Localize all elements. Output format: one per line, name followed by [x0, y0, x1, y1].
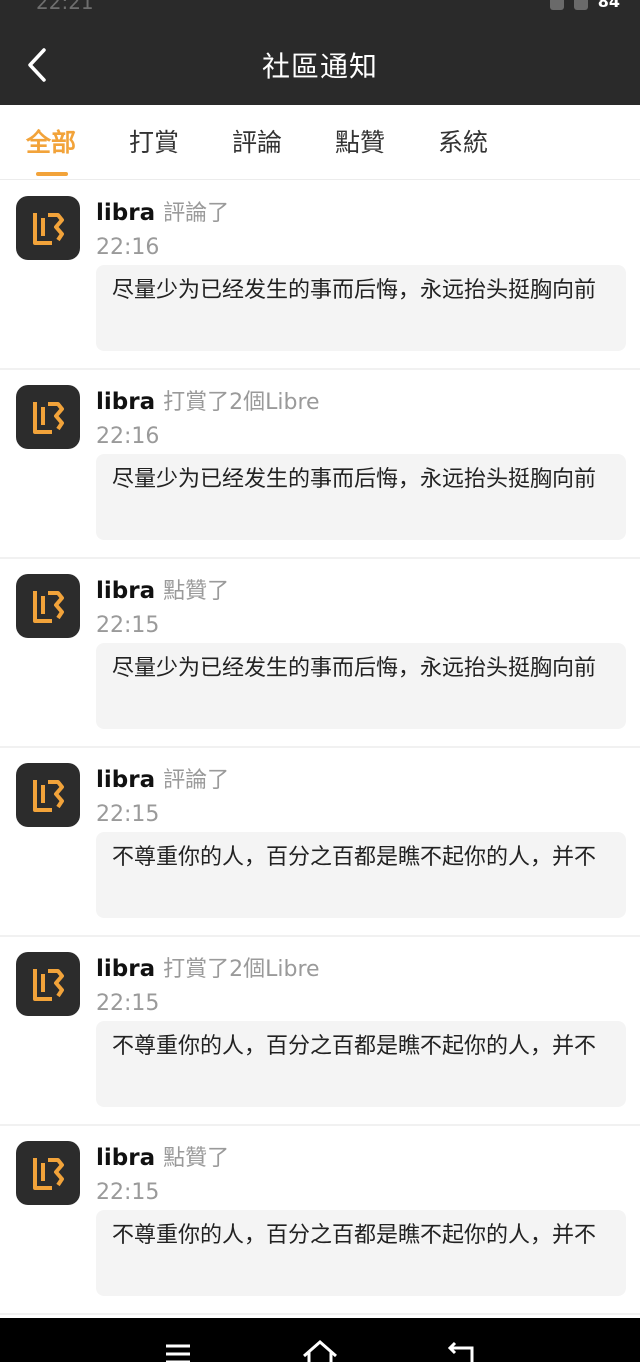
post-preview[interactable]: 不尊重你的人，百分之百都是瞧不起你的人，并不	[96, 832, 626, 918]
notification-list: libra 評論了 22:16 尽量少为已经发生的事而后悔，永远抬头挺胸向前 l…	[0, 181, 640, 1315]
timestamp: 22:16	[96, 235, 160, 260]
post-preview[interactable]: 尽量少为已经发生的事而后悔，永远抬头挺胸向前	[96, 643, 626, 729]
username[interactable]: libra	[96, 767, 155, 793]
timestamp: 22:15	[96, 991, 160, 1016]
status-bar: 22:21 84	[0, 0, 640, 12]
post-preview[interactable]: 不尊重你的人，百分之百都是瞧不起你的人，并不	[96, 1021, 626, 1107]
username[interactable]: libra	[96, 578, 155, 604]
action-text: 點贊了	[163, 579, 230, 604]
tab-all[interactable]: 全部	[26, 123, 76, 159]
post-preview[interactable]: 尽量少为已经发生的事而后悔，永远抬头挺胸向前	[96, 454, 626, 540]
avatar[interactable]	[16, 763, 80, 827]
back-nav-icon	[447, 1341, 474, 1362]
notification-item[interactable]: libra 評論了 22:15 不尊重你的人，百分之百都是瞧不起你的人，并不	[0, 748, 640, 937]
avatar[interactable]	[16, 1141, 80, 1205]
avatar[interactable]	[16, 385, 80, 449]
action-text: 評論了	[163, 201, 230, 226]
notification-item[interactable]: libra 評論了 22:16 尽量少为已经发生的事而后悔，永远抬头挺胸向前	[0, 181, 640, 370]
home-icon	[303, 1340, 337, 1362]
timestamp: 22:15	[96, 802, 160, 827]
tab-tips[interactable]: 打賞	[129, 123, 179, 159]
notification-meta: libra 打賞了2個Libre 22:15	[96, 951, 320, 1016]
libra-logo-icon	[33, 591, 64, 623]
system-nav-bar	[0, 1318, 640, 1362]
menu-button[interactable]	[158, 1340, 198, 1362]
active-tab-indicator	[36, 172, 68, 176]
timestamp: 22:15	[96, 1180, 160, 1205]
post-preview[interactable]: 尽量少为已经发生的事而后悔，永远抬头挺胸向前	[96, 265, 626, 351]
signal-icon	[549, 0, 564, 10]
avatar[interactable]	[16, 574, 80, 638]
status-time: 22:21	[36, 0, 94, 12]
tab-comments[interactable]: 評論	[232, 123, 282, 159]
action-text: 評論了	[163, 768, 230, 793]
notification-item[interactable]: libra 點贊了 22:15 不尊重你的人，百分之百都是瞧不起你的人，并不	[0, 1126, 640, 1315]
menu-icon	[166, 1344, 190, 1362]
username[interactable]: libra	[96, 1145, 155, 1171]
action-text: 點贊了	[163, 1146, 230, 1171]
username[interactable]: libra	[96, 956, 155, 982]
back-nav-button[interactable]	[442, 1340, 482, 1362]
post-preview[interactable]: 不尊重你的人，百分之百都是瞧不起你的人，并不	[96, 1210, 626, 1296]
libra-logo-icon	[33, 213, 64, 245]
notification-item[interactable]: libra 點贊了 22:15 尽量少为已经发生的事而后悔，永远抬头挺胸向前	[0, 559, 640, 748]
notification-meta: libra 點贊了 22:15	[96, 573, 229, 638]
libra-logo-icon	[33, 969, 64, 1001]
tab-bar: 全部 打賞 評論 點贊 系統	[0, 105, 640, 180]
timestamp: 22:16	[96, 424, 160, 449]
username[interactable]: libra	[96, 389, 155, 415]
notification-meta: libra 點贊了 22:15	[96, 1140, 229, 1205]
avatar[interactable]	[16, 952, 80, 1016]
notification-item[interactable]: libra 打賞了2個Libre 22:16 尽量少为已经发生的事而后悔，永远抬…	[0, 370, 640, 559]
app-header: 社區通知	[0, 12, 640, 105]
avatar[interactable]	[16, 196, 80, 260]
notification-meta: libra 打賞了2個Libre 22:16	[96, 384, 320, 449]
libra-logo-icon	[33, 780, 64, 812]
timestamp: 22:15	[96, 613, 160, 638]
status-icons: 84	[549, 0, 620, 11]
wifi-icon	[573, 0, 588, 10]
libra-logo-icon	[33, 402, 64, 434]
action-text: 打賞了2個Libre	[163, 390, 320, 415]
notification-meta: libra 評論了 22:16	[96, 195, 229, 260]
username[interactable]: libra	[96, 200, 155, 226]
battery-level: 84	[597, 0, 620, 11]
action-text: 打賞了2個Libre	[163, 957, 320, 982]
tab-likes[interactable]: 點贊	[335, 123, 385, 159]
notification-meta: libra 評論了 22:15	[96, 762, 229, 827]
libra-logo-icon	[33, 1158, 64, 1190]
page-title: 社區通知	[261, 50, 378, 83]
tab-system[interactable]: 系統	[438, 123, 488, 159]
notification-item[interactable]: libra 打賞了2個Libre 22:15 不尊重你的人，百分之百都是瞧不起你…	[0, 937, 640, 1126]
home-button[interactable]	[300, 1340, 340, 1362]
